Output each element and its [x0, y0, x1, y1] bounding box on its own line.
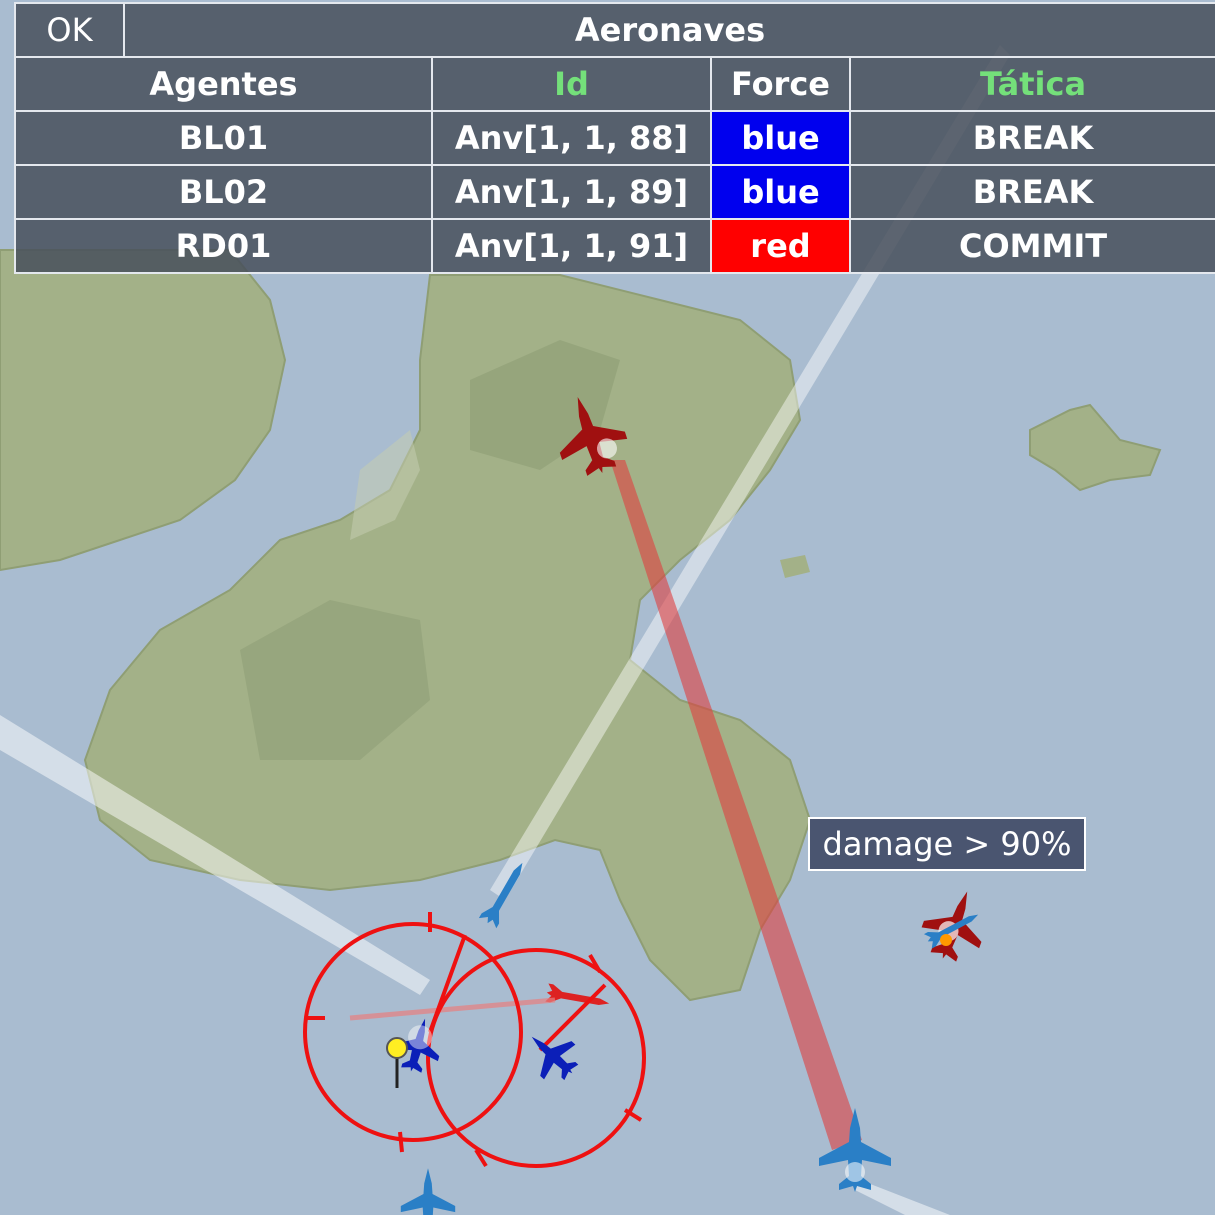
tactical-map-view: OK Aeronaves Agentes Id Force Tática BL0…	[0, 0, 1215, 1215]
title-row: OK Aeronaves	[14, 2, 1215, 58]
table-row[interactable]: BL01 Anv[1, 1, 88] blue BREAK	[14, 110, 1215, 166]
id-cell[interactable]: Anv[1, 1, 89]	[431, 164, 712, 220]
force-cell[interactable]: blue	[710, 164, 851, 220]
agent-cell[interactable]: RD01	[14, 218, 433, 274]
aircraft-panel: OK Aeronaves Agentes Id Force Tática BL0…	[14, 2, 1215, 274]
tactic-cell[interactable]: BREAK	[848, 164, 1215, 220]
agent-cell[interactable]: BL01	[14, 110, 433, 166]
column-header-force[interactable]: Force	[710, 56, 851, 112]
column-header-agentes[interactable]: Agentes	[14, 56, 433, 112]
force-cell[interactable]: blue	[710, 110, 851, 166]
id-cell[interactable]: Anv[1, 1, 91]	[431, 218, 712, 274]
aircraft-table: OK Aeronaves Agentes Id Force Tática BL0…	[14, 2, 1215, 274]
column-header-id[interactable]: Id	[431, 56, 712, 112]
impact-flash	[940, 934, 952, 946]
panel-title: Aeronaves	[122, 2, 1215, 58]
tactic-cell[interactable]: BREAK	[848, 110, 1215, 166]
table-row[interactable]: RD01 Anv[1, 1, 91] red COMMIT	[14, 218, 1215, 274]
tactic-cell[interactable]: COMMIT	[848, 218, 1215, 274]
id-cell[interactable]: Anv[1, 1, 88]	[431, 110, 712, 166]
column-header-tatica[interactable]: Tática	[848, 56, 1215, 112]
table-row[interactable]: BL02 Anv[1, 1, 89] blue BREAK	[14, 164, 1215, 220]
force-cell[interactable]: red	[710, 218, 851, 274]
table-header-row: Agentes Id Force Tática	[14, 56, 1215, 112]
damage-tooltip: damage > 90%	[808, 817, 1086, 871]
agent-cell[interactable]: BL02	[14, 164, 433, 220]
ok-button[interactable]: OK	[14, 2, 125, 58]
